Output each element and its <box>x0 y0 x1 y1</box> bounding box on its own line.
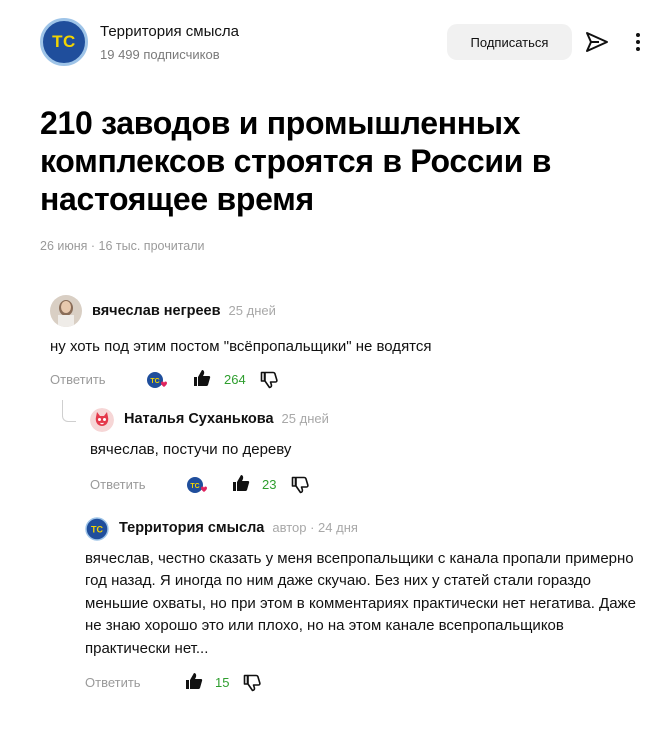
like-count: 264 <box>224 372 246 387</box>
reply-button[interactable]: Ответить <box>90 477 146 492</box>
avatar[interactable] <box>90 408 114 432</box>
subscriber-count: 19 499 подписчиков <box>100 47 220 62</box>
channel-header: TC Территория смысла 19 499 подписчиков … <box>40 18 660 68</box>
comment-time: 25 дней <box>281 411 329 426</box>
cat-avatar-icon <box>90 408 114 432</box>
author-heart-icon: TC <box>147 372 167 388</box>
like-count: 15 <box>215 675 230 690</box>
thumbs-up-icon[interactable] <box>193 369 211 387</box>
more-vertical-icon[interactable] <box>634 31 642 53</box>
svg-text:TC: TC <box>190 483 199 490</box>
thumbs-down-icon[interactable] <box>260 371 278 389</box>
comment-actions: Ответить 15 <box>85 672 385 694</box>
comment-text: ну хоть под этим постом "всёпропальщики"… <box>50 338 432 355</box>
comment-author[interactable]: Территория смысла автор · 24 дня <box>119 520 358 536</box>
channel-avatar[interactable]: TC <box>40 18 88 66</box>
user-photo-icon <box>50 295 82 327</box>
comment-actions: Ответить TC 264 <box>50 369 350 391</box>
author-heart-icon: TC <box>187 477 207 493</box>
thumbs-up-icon[interactable] <box>185 672 203 690</box>
comment-author-name: Наталья Суханькова <box>124 411 274 427</box>
comment-actions: Ответить TC 23 <box>90 474 390 496</box>
comment-time: автор · 24 дня <box>272 520 358 535</box>
comment-author-name: вячеслав негреев <box>92 303 221 319</box>
thumbs-up-icon[interactable] <box>232 474 250 492</box>
comment-time: 25 дней <box>228 303 276 318</box>
thread-connector <box>62 400 76 422</box>
article-meta: 26 июня · 16 тыс. прочитали <box>40 239 205 253</box>
channel-name[interactable]: Территория смысла <box>100 23 239 40</box>
comment-reply: Наталья Суханькова 25 дней вячеслав, пост… <box>90 408 650 498</box>
comment: вячеслав негреев 25 дней ну хоть под этим… <box>50 295 650 395</box>
subscribe-button[interactable]: Подписаться <box>447 24 572 60</box>
like-count: 23 <box>262 477 277 492</box>
comment-reply-author: TC Территория смысла автор · 24 дня вячес… <box>85 517 655 697</box>
reply-button[interactable]: Ответить <box>50 372 106 387</box>
comment-author-name: Территория смысла <box>119 520 265 536</box>
channel-avatar-initials: TC <box>52 32 76 51</box>
comment-text: вячеслав, постучи по дереву <box>90 441 292 458</box>
comment-author[interactable]: вячеслав негреев 25 дней <box>92 303 276 319</box>
avatar[interactable] <box>50 295 82 327</box>
svg-text:TC: TC <box>150 378 159 385</box>
send-icon[interactable] <box>585 31 609 53</box>
reply-button[interactable]: Ответить <box>85 675 141 690</box>
article-title: 210 заводов и промышленных комплексов ст… <box>40 105 552 217</box>
channel-avatar-icon: TC <box>85 517 109 541</box>
thumbs-down-icon[interactable] <box>243 674 261 692</box>
comment-text: вячеслав, честно сказать у меня всепропа… <box>85 550 636 657</box>
thumbs-down-icon[interactable] <box>291 476 309 494</box>
avatar[interactable]: TC <box>85 517 109 541</box>
comment-author[interactable]: Наталья Суханькова 25 дней <box>124 411 329 427</box>
svg-text:TC: TC <box>91 525 103 535</box>
